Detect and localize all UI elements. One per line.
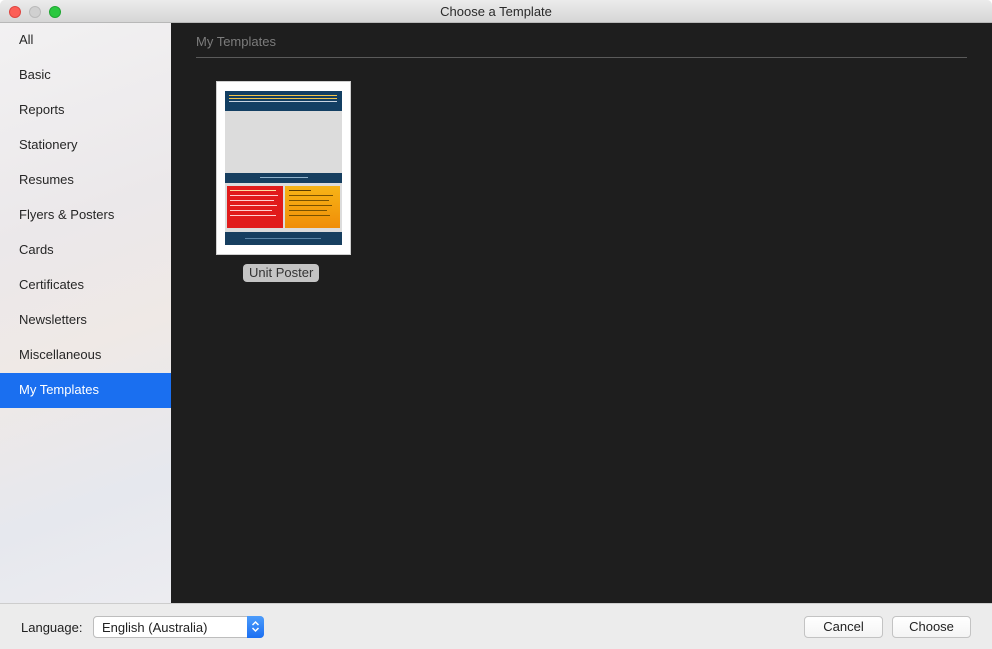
- sidebar-item-my-templates[interactable]: My Templates: [0, 373, 171, 408]
- poster-red-text-line: [230, 195, 278, 196]
- poster-header-text: [229, 95, 337, 96]
- sidebar-item-miscellaneous[interactable]: Miscellaneous: [0, 338, 171, 373]
- choose-button[interactable]: Choose: [892, 616, 971, 638]
- section-title: My Templates: [196, 34, 276, 49]
- poster-orange-text-line: [289, 190, 311, 191]
- poster-red-panel: [227, 186, 283, 228]
- poster-orange-panel: [285, 186, 340, 228]
- poster-red-text-line: [230, 190, 276, 191]
- sidebar-item-certificates[interactable]: Certificates: [0, 268, 171, 303]
- bottom-bar: Language: English (Australia) Cancel Cho…: [0, 603, 992, 649]
- sidebar-item-stationery[interactable]: Stationery: [0, 128, 171, 163]
- title-bar[interactable]: Choose a Template: [0, 0, 992, 23]
- poster-orange-text-line: [289, 210, 327, 211]
- sidebar-item-flyers-posters[interactable]: Flyers & Posters: [0, 198, 171, 233]
- poster-red-text-line: [230, 200, 274, 201]
- poster-header-block: [225, 91, 342, 111]
- language-label: Language:: [21, 620, 83, 635]
- poster-red-text-line: [230, 210, 272, 211]
- window-title: Choose a Template: [440, 4, 552, 19]
- sidebar-item-basic[interactable]: Basic: [0, 58, 171, 93]
- template-name-label[interactable]: Unit Poster: [243, 264, 320, 282]
- poster-orange-text-line: [289, 205, 332, 206]
- poster-middle-band: [225, 173, 342, 183]
- poster-preview-image: [225, 91, 342, 245]
- section-divider: [196, 57, 967, 58]
- poster-band-text: [260, 177, 308, 178]
- sidebar-item-resumes[interactable]: Resumes: [0, 163, 171, 198]
- poster-red-text-line: [230, 205, 277, 206]
- sidebar-item-all[interactable]: All: [0, 23, 171, 58]
- poster-orange-text-line: [289, 195, 333, 196]
- poster-orange-text-line: [289, 200, 329, 201]
- cancel-button[interactable]: Cancel: [804, 616, 883, 638]
- category-sidebar: All Basic Reports Stationery Resumes Fly…: [0, 23, 171, 603]
- poster-red-text-line: [230, 215, 276, 216]
- poster-footer-text: [245, 238, 321, 239]
- sidebar-item-reports[interactable]: Reports: [0, 93, 171, 128]
- language-select[interactable]: English (Australia): [93, 616, 264, 638]
- popup-arrows-icon[interactable]: [247, 616, 264, 638]
- template-thumbnail-unit-poster[interactable]: [216, 81, 351, 255]
- language-value: English (Australia): [102, 620, 208, 635]
- poster-orange-text-line: [289, 215, 330, 216]
- sidebar-item-cards[interactable]: Cards: [0, 233, 171, 268]
- sidebar-item-newsletters[interactable]: Newsletters: [0, 303, 171, 338]
- template-chooser-window: Choose a Template All Basic Reports Stat…: [0, 0, 992, 649]
- template-gallery: My Templates Unit Poster: [171, 23, 992, 603]
